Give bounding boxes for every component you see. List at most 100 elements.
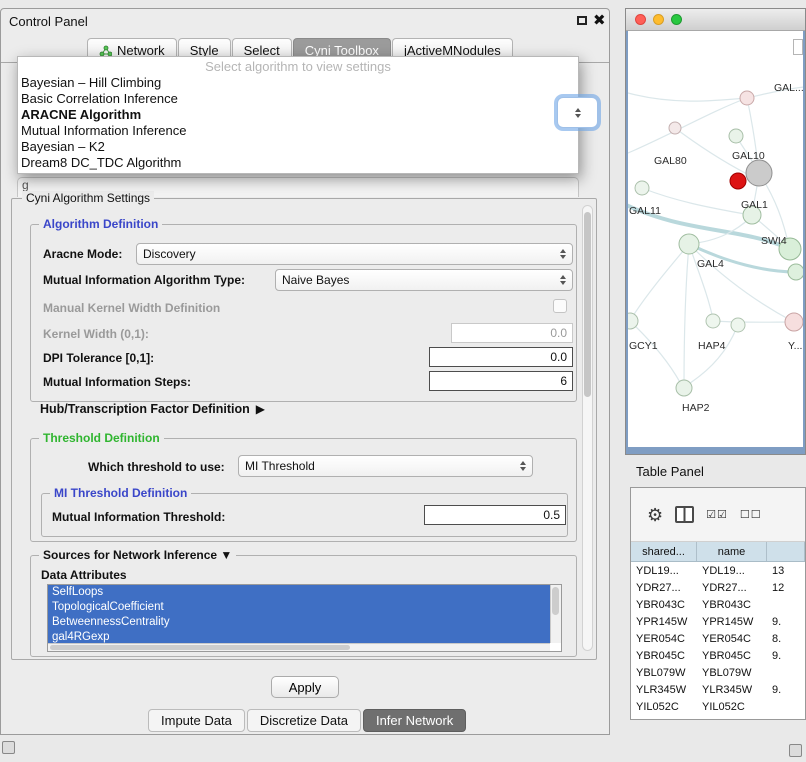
- network-node[interactable]: [729, 129, 743, 143]
- which-threshold-select[interactable]: MI Threshold: [238, 455, 533, 477]
- network-node[interactable]: [730, 173, 746, 189]
- tab-discretize-data[interactable]: Discretize Data: [247, 709, 361, 732]
- list-item[interactable]: SelfLoops: [48, 585, 550, 600]
- kernel-width-field[interactable]: 0.0: [451, 323, 573, 343]
- dropdown-item[interactable]: Bayesian – K2: [18, 139, 578, 155]
- gear-icon[interactable]: ⚙: [647, 506, 663, 524]
- manual-kernel-checkbox[interactable]: [553, 299, 567, 313]
- cell: YLR345W: [631, 684, 697, 696]
- column-header-name[interactable]: name: [697, 542, 767, 561]
- table-row[interactable]: YBL079WYBL079W: [631, 664, 805, 681]
- float-window-icon[interactable]: [577, 16, 587, 25]
- dropdown-item[interactable]: Mutual Information Inference: [18, 123, 578, 139]
- scrollbar-thumb[interactable]: [552, 587, 559, 615]
- table-row[interactable]: YPR145WYPR145W9.: [631, 613, 805, 630]
- settings-scrollbar[interactable]: [582, 205, 593, 651]
- table-row[interactable]: YIL052CYIL052C: [631, 698, 805, 715]
- node-label: GCY1: [629, 340, 658, 352]
- dpi-tolerance-field[interactable]: 0.0: [429, 347, 573, 367]
- list-horizontal-scrollbar[interactable]: [48, 643, 550, 651]
- dropdown-item-selected[interactable]: ARACNE Algorithm: [18, 107, 578, 123]
- threshold-definition-group: Threshold Definition Which threshold to …: [30, 438, 577, 542]
- minimize-traffic-light[interactable]: [653, 14, 664, 25]
- columns-icon[interactable]: [675, 506, 694, 523]
- network-icon: [99, 45, 112, 57]
- algorithm-select-button[interactable]: [557, 97, 598, 128]
- cell: YDR27...: [697, 582, 767, 594]
- mi-threshold-field[interactable]: 0.5: [424, 505, 566, 525]
- settings-group-title: Cyni Algorithm Settings: [22, 191, 154, 205]
- network-node[interactable]: [676, 380, 692, 396]
- collapse-down-icon[interactable]: ▼: [220, 548, 232, 562]
- cell: YDL19...: [631, 565, 697, 577]
- clear-checkboxes-icon[interactable]: ☐☐: [740, 508, 762, 521]
- cell: YLR345W: [697, 684, 767, 696]
- network-node[interactable]: [635, 181, 649, 195]
- network-node[interactable]: [740, 91, 754, 105]
- network-node[interactable]: [746, 160, 772, 186]
- scrollbar-thumb[interactable]: [50, 645, 350, 650]
- network-node[interactable]: [706, 314, 720, 328]
- network-node[interactable]: [669, 122, 681, 134]
- dropdown-item[interactable]: Basic Correlation Inference: [18, 91, 578, 107]
- expand-right-icon: ▶: [256, 402, 265, 416]
- aracne-mode-select[interactable]: Discovery: [136, 243, 573, 265]
- scrollbar-thumb[interactable]: [584, 212, 591, 397]
- sources-title-text: Sources for Network Inference: [43, 548, 217, 562]
- cell: YDL19...: [697, 565, 767, 577]
- close-traffic-light[interactable]: [635, 14, 646, 25]
- network-node[interactable]: [731, 318, 745, 332]
- apply-button[interactable]: Apply: [271, 676, 339, 698]
- attributes-list-items: SelfLoops TopologicalCoefficient Between…: [48, 585, 550, 643]
- list-item[interactable]: TopologicalCoefficient: [48, 600, 550, 615]
- canvas-scrollbar[interactable]: [793, 39, 803, 55]
- table-row[interactable]: YLR345WYLR345W9.: [631, 681, 805, 698]
- table-row[interactable]: YBR043CYBR043C: [631, 596, 805, 613]
- table-row[interactable]: YDR27...YDR27...12: [631, 579, 805, 596]
- table-row[interactable]: YDL19...YDL19...13: [631, 562, 805, 579]
- zoom-traffic-light[interactable]: [671, 14, 682, 25]
- manual-kernel-label: Manual Kernel Width Definition: [43, 301, 220, 315]
- kernel-width-value: 0.0: [550, 326, 567, 340]
- select-all-checkboxes-icon[interactable]: ☑☑: [706, 508, 728, 521]
- mi-threshold-group: MI Threshold Definition Mutual Informati…: [41, 493, 568, 537]
- node-label: GAL1: [741, 199, 768, 211]
- mi-steps-field[interactable]: 6: [429, 371, 573, 391]
- cell: YDR27...: [631, 582, 697, 594]
- network-window-titlebar: [626, 9, 805, 31]
- which-threshold-label: Which threshold to use:: [88, 460, 225, 474]
- tab-infer-network[interactable]: Infer Network: [363, 709, 466, 732]
- combo-arrows-icon: [560, 249, 566, 259]
- panel-dock-icon[interactable]: [789, 744, 802, 757]
- dropdown-item[interactable]: Bayesian – Hill Climbing: [18, 75, 578, 91]
- hub-definition-expander[interactable]: Hub/Transcription Factor Definition ▶: [40, 402, 265, 416]
- network-edge: [631, 244, 689, 319]
- window-title: Control Panel: [9, 14, 88, 29]
- list-vertical-scrollbar[interactable]: [550, 585, 561, 643]
- tab-impute-data[interactable]: Impute Data: [148, 709, 245, 732]
- cell: 9.: [767, 650, 805, 662]
- network-svg[interactable]: GAL...GAL80GAL10GAL11GAL1SWI4GAL4GCY1HAP…: [628, 31, 803, 447]
- network-node[interactable]: [679, 234, 699, 254]
- aracne-mode-label: Aracne Mode:: [43, 247, 122, 261]
- table-row[interactable]: YER054CYER054C8.: [631, 630, 805, 647]
- algorithm-dropdown-popup: Select algorithm to view settings Bayesi…: [17, 56, 579, 174]
- table-row[interactable]: YBR045CYBR045C9.: [631, 647, 805, 664]
- panel-dock-icon[interactable]: [2, 741, 15, 754]
- mi-steps-value: 6: [560, 374, 567, 388]
- table-panel-window: ⚙ ☑☑ ☐☐ shared... name YDL19...YDL19...1…: [630, 487, 806, 720]
- algorithm-definition-title: Algorithm Definition: [39, 217, 162, 231]
- column-header-shared-name[interactable]: shared...: [631, 542, 697, 561]
- list-item[interactable]: BetweennessCentrality: [48, 615, 550, 630]
- close-icon[interactable]: ✖: [593, 11, 606, 29]
- network-canvas[interactable]: GAL...GAL80GAL10GAL11GAL1SWI4GAL4GCY1HAP…: [628, 31, 803, 447]
- cell: 8.: [767, 633, 805, 645]
- column-header-cut[interactable]: [767, 542, 805, 561]
- network-edge: [631, 322, 682, 386]
- network-node[interactable]: [785, 313, 803, 331]
- mi-type-select[interactable]: Naive Bayes: [275, 269, 573, 291]
- network-edge: [714, 321, 792, 322]
- cell: YBL079W: [697, 667, 767, 679]
- dropdown-item[interactable]: Dream8 DC_TDC Algorithm: [18, 155, 578, 171]
- network-node[interactable]: [788, 264, 803, 280]
